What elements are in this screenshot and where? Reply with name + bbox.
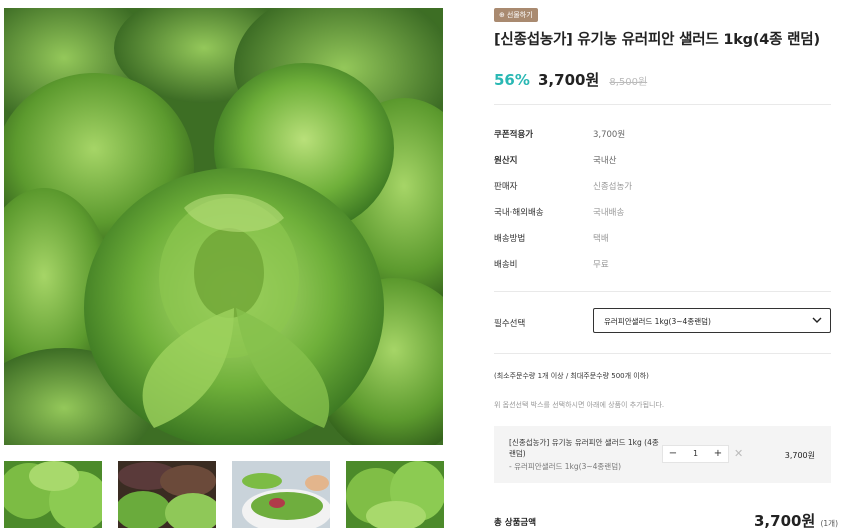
- discount-rate: 56%: [494, 71, 530, 89]
- spec-value: 3,700원: [593, 130, 626, 140]
- option-label: 필수선택: [494, 319, 526, 329]
- spec-value: 택배: [593, 234, 609, 244]
- chevron-down-icon: [812, 317, 822, 323]
- total-price-row: 3,700원 (1개): [754, 510, 838, 528]
- spec-value: 신종섭농가: [593, 182, 633, 192]
- spec-key: 국내·해외배송: [494, 208, 544, 218]
- romaine-lettuce-photo: [4, 8, 443, 445]
- price-row: 56% 3,700원 8,500원: [494, 69, 647, 90]
- option-selected-value: 유러피안샐러드 1kg(3~4종랜덤): [604, 317, 711, 326]
- selected-item-price: 3,700원: [784, 451, 815, 460]
- spec-value: 국내산: [593, 156, 617, 166]
- spec-value: 국내배송: [593, 208, 625, 218]
- product-title: [신종섭농가] 유기농 유러피안 샐러드 1kg(4종 랜덤): [494, 32, 820, 48]
- increase-quantity-button[interactable]: +: [708, 446, 728, 462]
- original-price: 8,500원: [609, 77, 648, 88]
- thumbnail-1[interactable]: [4, 461, 102, 528]
- divider: [494, 353, 831, 354]
- product-info-panel: ⊕ 선물하기 [신종섭농가] 유기농 유러피안 샐러드 1kg(4종 랜덤) 56…: [494, 0, 838, 528]
- quantity-input[interactable]: 1: [683, 446, 708, 462]
- gift-badge-label: 선물하기: [506, 11, 533, 19]
- total-label: 총 상품금액: [494, 518, 537, 528]
- main-product-image[interactable]: [4, 8, 443, 445]
- gift-badge[interactable]: ⊕ 선물하기: [494, 8, 538, 22]
- decrease-quantity-button[interactable]: −: [663, 446, 683, 462]
- divider: [494, 104, 831, 105]
- option-select[interactable]: 유러피안샐러드 1kg(3~4종랜덤): [593, 308, 831, 333]
- divider: [494, 291, 831, 292]
- total-price: 3,700원: [754, 512, 816, 528]
- remove-item-icon[interactable]: ✕: [734, 447, 743, 461]
- thumbnail-4[interactable]: [346, 461, 444, 528]
- selected-item-box: [신종섭농가] 유기농 유러피안 샐러드 1kg (4종 랜덤) - 유러피안샐…: [494, 426, 831, 483]
- sale-price: 3,700원: [538, 71, 600, 89]
- spec-key: 배송비: [494, 260, 518, 270]
- thumbnail-strip: [4, 461, 444, 528]
- lettuce-thumb: [4, 461, 102, 528]
- salad-bowl-thumb: [232, 461, 330, 528]
- gift-icon: ⊕: [499, 11, 505, 19]
- option-hint-note: 위 옵션선택 박스를 선택하시면 아래에 상품이 추가됩니다.: [494, 401, 665, 409]
- selected-item-option: - 유러피안샐러드 1kg(3~4종랜덤): [509, 462, 622, 471]
- thumbnail-3[interactable]: [232, 461, 330, 528]
- spec-key: 쿠폰적용가: [494, 130, 534, 140]
- lettuce-thumb: [346, 461, 444, 528]
- spec-key: 원산지: [494, 156, 518, 166]
- spec-key: 배송방법: [494, 234, 526, 244]
- thumbnail-2[interactable]: [118, 461, 216, 528]
- spec-key: 판매자: [494, 182, 518, 192]
- quantity-stepper: − 1 +: [662, 445, 729, 463]
- mixed-greens-thumb: [118, 461, 216, 528]
- order-limit-note: (최소주문수량 1개 이상 / 최대주문수량 500개 이하): [494, 372, 649, 380]
- spec-value: 무료: [593, 260, 609, 270]
- total-count: (1개): [820, 519, 839, 528]
- selected-item-name: [신종섭농가] 유기농 유러피안 샐러드 1kg (4종 랜덤): [509, 438, 659, 458]
